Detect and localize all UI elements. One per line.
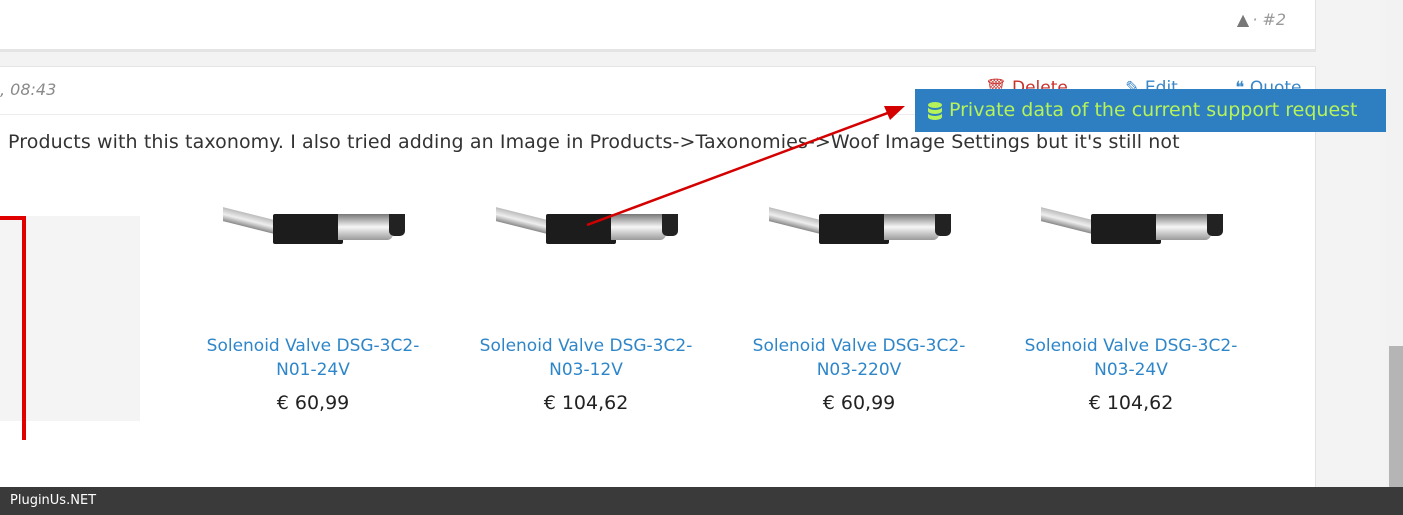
private-data-tooltip[interactable]: Private data of the current support requ… [915,89,1387,132]
footer-brand: PluginUs.NET [10,493,97,508]
footer-bar: PluginUs.NET [0,487,1403,515]
database-icon [928,101,942,120]
page-scrollbar[interactable] [1386,0,1403,487]
annotation-arrow [586,106,905,227]
tooltip-text: Private data of the current support requ… [949,99,1358,121]
scrollbar-thumb[interactable] [1389,346,1403,487]
